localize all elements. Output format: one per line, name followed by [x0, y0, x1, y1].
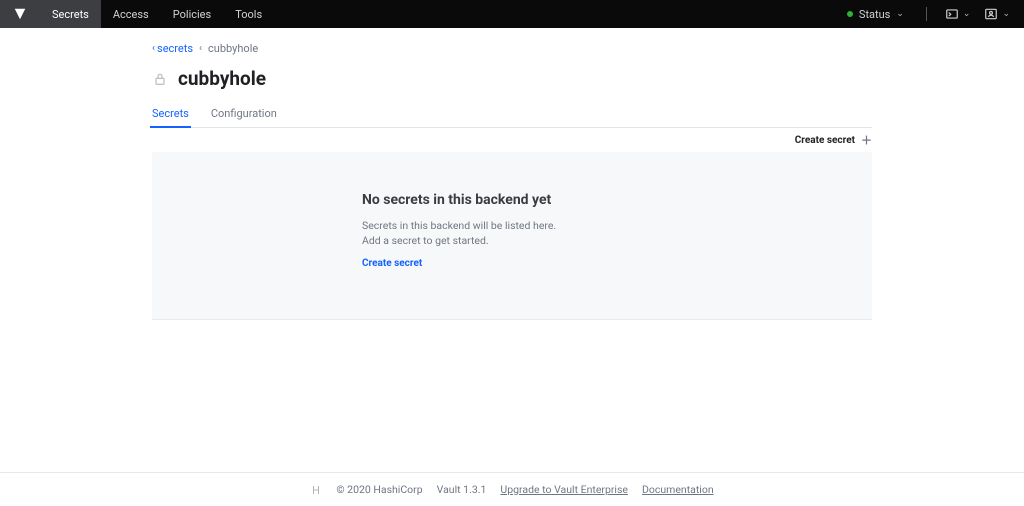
- status-menu[interactable]: Status ⌄: [839, 8, 912, 21]
- vault-logo[interactable]: [0, 0, 40, 28]
- empty-title: No secrets in this backend yet: [362, 192, 662, 208]
- footer-version: Vault 1.3.1: [437, 483, 487, 496]
- chevron-down-icon: ⌄: [1002, 9, 1010, 19]
- breadcrumb: ‹ secrets ‹ cubbyhole: [152, 42, 872, 55]
- create-secret-button[interactable]: Create secret ＋: [795, 132, 872, 148]
- nav-divider: [926, 7, 927, 21]
- footer-upgrade-link[interactable]: Upgrade to Vault Enterprise: [500, 483, 628, 496]
- tab-configuration[interactable]: Configuration: [211, 100, 277, 127]
- plus-icon: ＋: [861, 132, 872, 148]
- status-label: Status: [859, 8, 890, 21]
- footer-copyright: © 2020 HashiCorp: [336, 483, 422, 496]
- user-icon: [984, 7, 998, 21]
- vault-logo-icon: [13, 7, 27, 21]
- content-panel: No secrets in this backend yet Secrets i…: [152, 152, 872, 320]
- chevron-left-icon: ‹: [199, 43, 202, 54]
- nav-item-tools[interactable]: Tools: [223, 0, 274, 28]
- chevron-left-icon: ‹: [152, 43, 155, 54]
- nav-item-access[interactable]: Access: [101, 0, 161, 28]
- page-head: cubbyhole: [152, 67, 872, 90]
- create-secret-link[interactable]: Create secret: [362, 258, 662, 269]
- create-secret-label: Create secret: [795, 135, 855, 146]
- breadcrumb-link-secrets[interactable]: ‹ secrets: [152, 42, 193, 55]
- empty-state: No secrets in this backend yet Secrets i…: [362, 192, 662, 269]
- tabs: Secrets Configuration: [152, 100, 872, 128]
- nav-item-policies[interactable]: Policies: [161, 0, 223, 28]
- top-nav: Secrets Access Policies Tools Status ⌄ ⌄…: [0, 0, 1024, 28]
- nav-right: Status ⌄ ⌄ ⌄: [839, 0, 1024, 28]
- hashicorp-logo-icon: [310, 484, 322, 496]
- footer: © 2020 HashiCorp Vault 1.3.1 Upgrade to …: [0, 472, 1024, 506]
- tab-secrets[interactable]: Secrets: [152, 100, 189, 127]
- status-dot-icon: [847, 11, 853, 17]
- lock-icon: [152, 71, 168, 87]
- empty-description: Secrets in this backend will be listed h…: [362, 218, 562, 248]
- main: ‹ secrets ‹ cubbyhole cubbyhole Secrets …: [0, 28, 1024, 472]
- chevron-down-icon: ⌄: [896, 9, 904, 19]
- user-menu[interactable]: ⌄: [980, 7, 1014, 21]
- breadcrumb-parent-label: secrets: [157, 42, 193, 55]
- terminal-icon: [945, 7, 959, 21]
- page-title: cubbyhole: [178, 67, 266, 90]
- nav-item-secrets[interactable]: Secrets: [40, 0, 101, 28]
- toolbar: Create secret ＋: [152, 128, 872, 152]
- console-menu[interactable]: ⌄: [941, 7, 975, 21]
- footer-documentation-link[interactable]: Documentation: [642, 483, 714, 496]
- breadcrumb-current: cubbyhole: [208, 42, 258, 55]
- chevron-down-icon: ⌄: [963, 9, 971, 19]
- nav-items: Secrets Access Policies Tools: [40, 0, 274, 28]
